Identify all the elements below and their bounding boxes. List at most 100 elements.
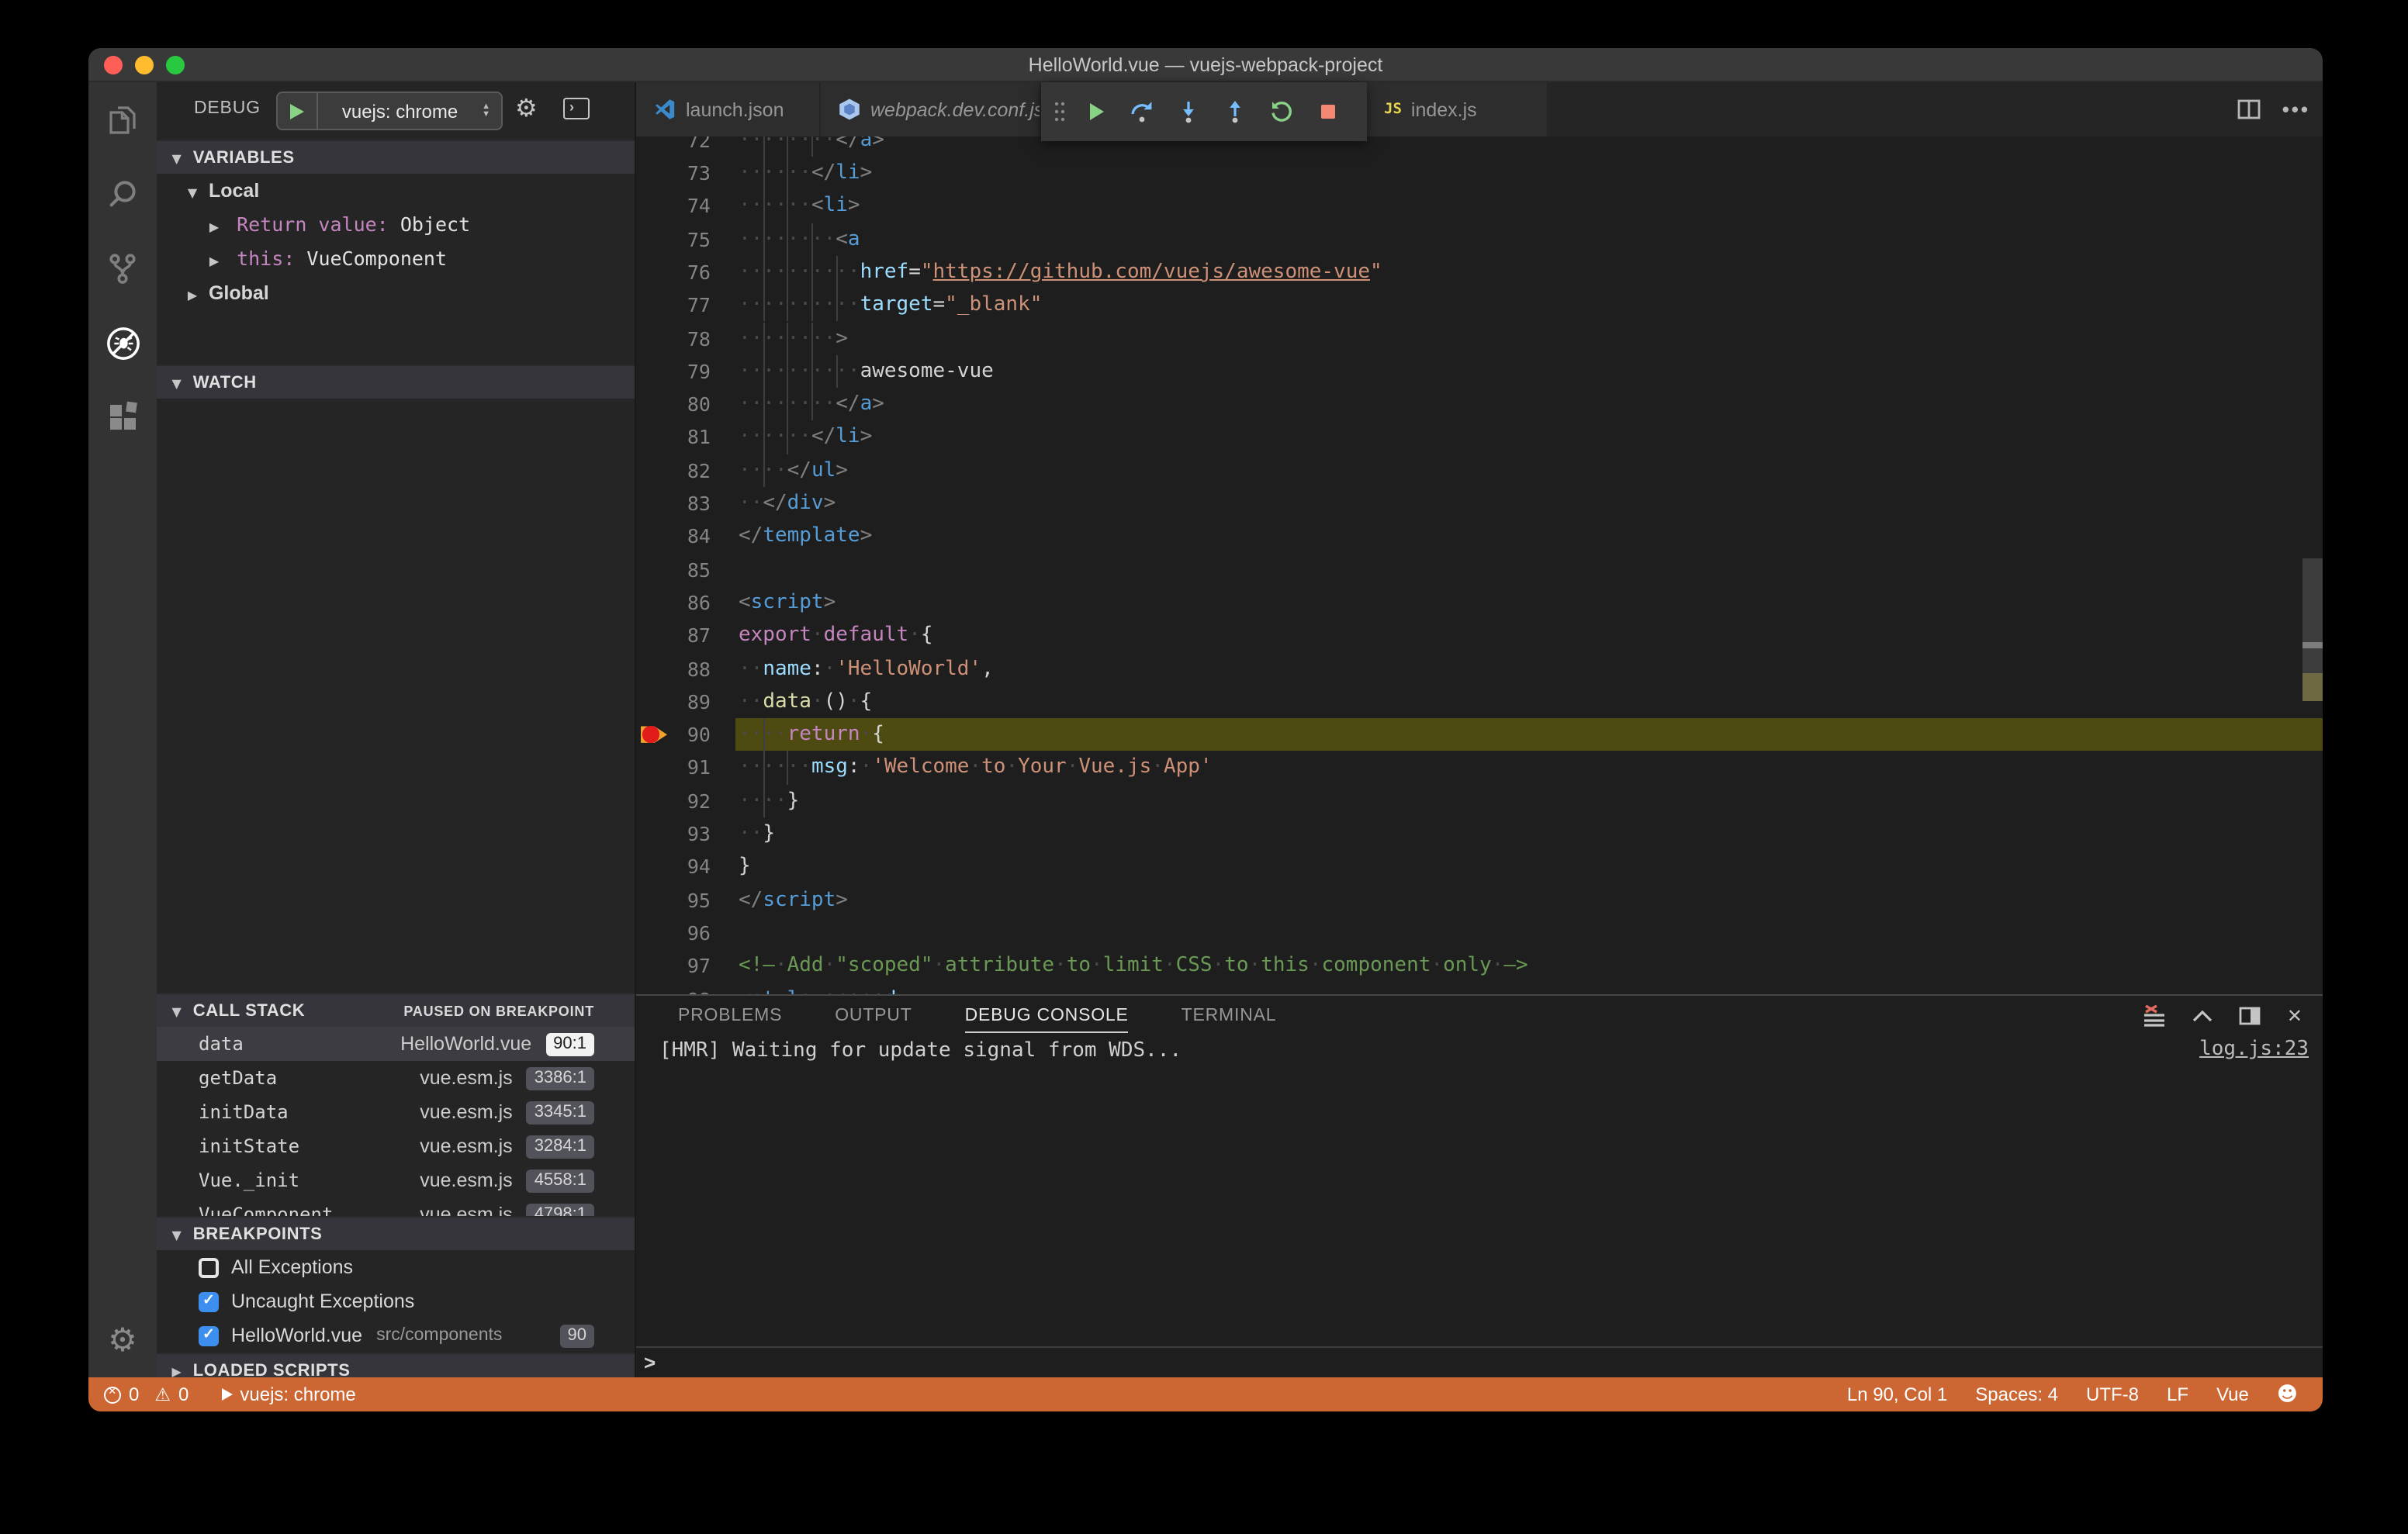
variable-row[interactable]: ▶ this: VueComponent: [157, 242, 635, 276]
code-line[interactable]: 81······</li>: [636, 421, 2323, 454]
configure-launch-button[interactable]: ⚙: [515, 93, 538, 123]
variables-scope-global[interactable]: ▶ Global: [157, 276, 635, 310]
line-number[interactable]: 81: [636, 421, 711, 454]
code-line[interactable]: 89··data·()·{: [636, 686, 2323, 719]
feedback-smiley-icon[interactable]: ☻: [2277, 1383, 2298, 1406]
stack-frame-row[interactable]: initDatavue.esm.js3345:1: [157, 1095, 635, 1129]
sidebar-item-extensions[interactable]: [88, 380, 157, 454]
indentation[interactable]: Spaces: 4: [1975, 1384, 2058, 1405]
line-number[interactable]: 80: [636, 388, 711, 421]
line-number[interactable]: 75: [636, 223, 711, 256]
line-number[interactable]: 78: [636, 322, 711, 355]
line-number[interactable]: 94: [636, 851, 711, 884]
code-line[interactable]: 74······<li>: [636, 190, 2323, 223]
code-line[interactable]: 98<style·scoped>: [636, 983, 2323, 994]
sidebar-item-debug[interactable]: [88, 306, 157, 380]
code-line[interactable]: 77··········target="_blank": [636, 288, 2323, 322]
debug-target[interactable]: vuejs: chrome: [240, 1384, 355, 1405]
breakpoint-row[interactable]: All Exceptions: [157, 1250, 635, 1284]
continue-button[interactable]: [1075, 92, 1116, 132]
tab-output[interactable]: OUTPUT: [835, 996, 912, 1036]
code-line[interactable]: 88··name:·'HelloWorld',: [636, 652, 2323, 686]
line-number[interactable]: 88: [636, 652, 711, 686]
code-line[interactable]: 73······</li>: [636, 157, 2323, 190]
code-line[interactable]: 95</script>: [636, 883, 2323, 917]
tab-debug-console[interactable]: DEBUG CONSOLE: [965, 996, 1129, 1036]
encoding[interactable]: UTF-8: [2086, 1384, 2139, 1405]
code-line[interactable]: 78········>: [636, 322, 2323, 355]
close-panel-icon[interactable]: ✕: [2287, 1005, 2302, 1027]
stop-button[interactable]: [1308, 92, 1348, 132]
sidebar-item-source-control[interactable]: [88, 231, 157, 306]
line-number[interactable]: 85: [636, 553, 711, 586]
code-line[interactable]: 80········</a>: [636, 388, 2323, 421]
split-panel-icon[interactable]: [2239, 1007, 2261, 1025]
start-debugging-button[interactable]: [278, 93, 318, 129]
code-line[interactable]: 76··········href="https://github.com/vue…: [636, 256, 2323, 289]
line-number[interactable]: 83: [636, 487, 711, 520]
line-number[interactable]: 82: [636, 454, 711, 487]
sidebar-item-search[interactable]: [88, 157, 157, 231]
sidebar-item-explorer[interactable]: [88, 82, 157, 157]
code-line[interactable]: 92····}: [636, 784, 2323, 817]
toolbar-drag-grip-icon[interactable]: [1050, 92, 1069, 132]
line-number[interactable]: 92: [636, 784, 711, 817]
step-over-button[interactable]: [1122, 92, 1162, 132]
more-actions-icon[interactable]: •••: [2282, 98, 2310, 121]
line-number[interactable]: 84: [636, 520, 711, 554]
line-number[interactable]: 72: [636, 136, 711, 157]
breakpoint-row[interactable]: HelloWorld.vuesrc/components90: [157, 1318, 635, 1353]
checkbox[interactable]: [199, 1257, 219, 1277]
clear-console-icon[interactable]: [2143, 1005, 2166, 1027]
language-mode[interactable]: Vue: [2216, 1384, 2249, 1405]
checkbox[interactable]: [199, 1291, 219, 1311]
maximize-panel-icon[interactable]: [2192, 1010, 2213, 1022]
line-number[interactable]: 77: [636, 288, 711, 322]
launch-configuration-select[interactable]: vuejs: chrome ▲▼: [276, 92, 503, 130]
eol-type[interactable]: LF: [2167, 1384, 2188, 1405]
code-line[interactable]: 91······msg:·'Welcome·to·Your·Vue.js·App…: [636, 751, 2323, 785]
error-count[interactable]: 0: [129, 1384, 139, 1405]
split-editor-icon[interactable]: [2237, 99, 2261, 119]
code-line[interactable]: 83··</div>: [636, 487, 2323, 520]
call-stack-section-header[interactable]: ▼ CALL STACK PAUSED ON BREAKPOINT: [157, 993, 635, 1027]
code-line[interactable]: 82····</ul>: [636, 454, 2323, 487]
checkbox[interactable]: [199, 1325, 219, 1346]
line-number[interactable]: 95: [636, 883, 711, 917]
code-line[interactable]: 72········</a>: [636, 136, 2323, 157]
line-number[interactable]: 91: [636, 751, 711, 785]
console-source-link[interactable]: log.js:23: [2199, 1038, 2309, 1061]
line-number[interactable]: 98: [636, 983, 711, 994]
line-number[interactable]: 76: [636, 256, 711, 289]
code-line[interactable]: 90····return·{: [636, 718, 2323, 751]
tab-problems[interactable]: PROBLEMS: [678, 996, 782, 1036]
step-into-button[interactable]: [1168, 92, 1209, 132]
code-editor[interactable]: 72········</a>73······</li>74······<li>7…: [636, 136, 2323, 994]
line-number[interactable]: 96: [636, 917, 711, 950]
loaded-scripts-section-header[interactable]: ▶ LOADED SCRIPTS: [157, 1353, 635, 1377]
stack-frame-row[interactable]: Vue._initvue.esm.js4558:1: [157, 1163, 635, 1197]
cursor-position[interactable]: Ln 90, Col 1: [1847, 1384, 1947, 1405]
tab-webpack-dev-conf[interactable]: webpack.dev.conf.js: [821, 82, 1041, 136]
stack-frame-row[interactable]: dataHelloWorld.vue90:1: [157, 1027, 635, 1061]
line-number[interactable]: 79: [636, 355, 711, 389]
code-line[interactable]: 75········<a: [636, 223, 2323, 256]
code-line[interactable]: 94}: [636, 851, 2323, 884]
code-line[interactable]: 84</template>: [636, 520, 2323, 554]
step-out-button[interactable]: [1215, 92, 1255, 132]
code-line[interactable]: 79··········awesome-vue: [636, 355, 2323, 389]
code-line[interactable]: 85: [636, 553, 2323, 586]
variables-section-header[interactable]: ▼ VARIABLES: [157, 140, 635, 174]
breakpoint-row[interactable]: Uncaught Exceptions: [157, 1284, 635, 1318]
tab-index-js[interactable]: JS index.js: [1367, 82, 1548, 136]
line-number[interactable]: 74: [636, 190, 711, 223]
breakpoint-current-marker[interactable]: [641, 724, 667, 745]
line-number[interactable]: 97: [636, 949, 711, 983]
stack-frame-row[interactable]: initStatevue.esm.js3284:1: [157, 1129, 635, 1163]
line-number[interactable]: 86: [636, 586, 711, 620]
line-number[interactable]: 89: [636, 686, 711, 719]
variables-scope-local[interactable]: ▼ Local: [157, 174, 635, 208]
breakpoints-section-header[interactable]: ▼ BREAKPOINTS: [157, 1216, 635, 1250]
code-line[interactable]: 93··}: [636, 817, 2323, 851]
line-number[interactable]: 93: [636, 817, 711, 851]
